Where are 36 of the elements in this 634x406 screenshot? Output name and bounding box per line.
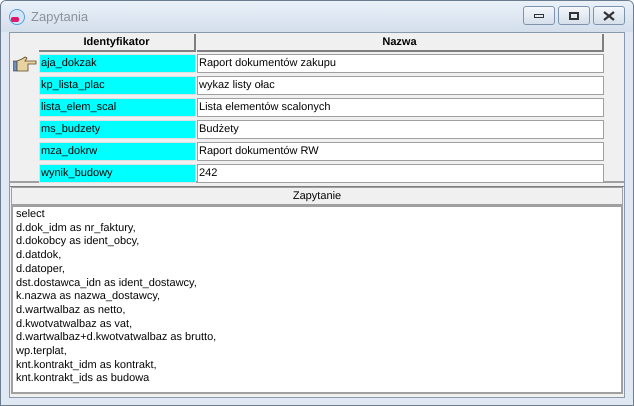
table-cell: Lista elementów scalonych (197, 98, 604, 117)
query-line: d.datoper, (16, 262, 66, 277)
table-cell: Raport dokumentów zakupu (197, 54, 604, 73)
pointing-hand-icon (12, 56, 36, 72)
column-header[interactable]: Zapytanie (11, 187, 623, 205)
table-cell: Budżety (197, 120, 604, 139)
table-cell: ms_budzety (39, 120, 196, 139)
table-cell: 242 (197, 164, 604, 183)
table-cell: wykaz listy ołac (197, 76, 604, 95)
column-header[interactable]: Identyfikator (39, 34, 196, 52)
query-line: d.kwotvatwalbaz as vat, (16, 318, 134, 332)
query-line: d.dok_idm as nr_faktury, (16, 222, 137, 236)
table-cell: kp_lista_plac (39, 76, 196, 95)
table-cell: aja_dokzak (39, 54, 196, 73)
column-header[interactable]: Nazwa (197, 34, 604, 52)
query-line: knt.kontrakt_ids as budowa (16, 372, 150, 386)
query-line: knt.kontrakt_idm as kontrakt, (16, 358, 158, 372)
table-cell: mza_dokrw (39, 142, 196, 161)
query-line: select (16, 208, 46, 222)
query-line: d.wartwalbaz+d.kwotvatwalbaz as brutto, (16, 331, 218, 346)
window-title: Zapytania (31, 8, 88, 26)
table-cell: wynik_budowy (39, 164, 196, 183)
query-text-area[interactable] (11, 205, 623, 394)
query-line: d.wartwalbaz as netto, (16, 304, 126, 318)
table-cell: lista_elem_scal (39, 98, 196, 117)
table-cell: Raport dokumentów RW (197, 142, 604, 161)
query-line: dst.dostawca_idn as ident_dostawcy, (16, 276, 198, 290)
query-line: wp.terplat, (16, 345, 68, 359)
minimize-button[interactable] (523, 6, 555, 25)
query-line: d.datdok, (16, 249, 62, 263)
maximize-button[interactable] (558, 6, 590, 25)
query-line: d.dokobcy as ident_obcy, (16, 235, 140, 250)
close-button[interactable] (593, 6, 625, 25)
close-icon (603, 10, 615, 20)
app-logo-icon (9, 8, 25, 24)
query-line: k.nazwa as nazwa_dostawcy, (16, 290, 162, 304)
